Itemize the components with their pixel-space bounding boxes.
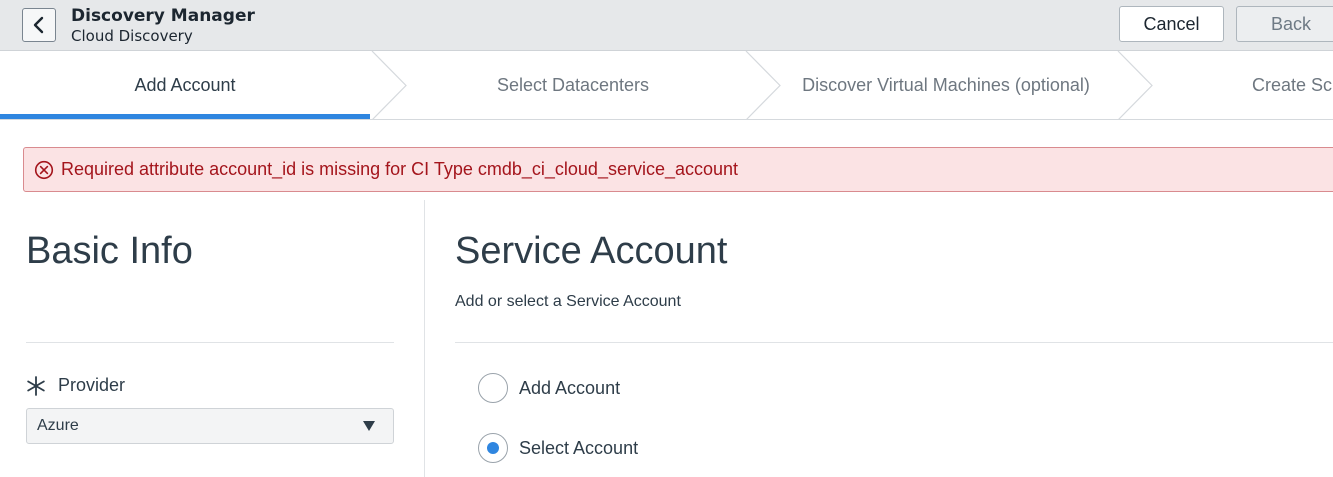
basic-info-heading: Basic Info: [26, 230, 193, 272]
page-subtitle: Cloud Discovery: [71, 27, 193, 45]
section-divider: [26, 342, 394, 343]
step-separator-icon: [1117, 51, 1153, 120]
step-separator-icon: [371, 51, 407, 120]
wizard-step-select-datacenters[interactable]: Select Datacenters: [390, 51, 756, 119]
service-account-subtitle: Add or select a Service Account: [455, 293, 681, 310]
cancel-button[interactable]: Cancel: [1119, 6, 1224, 42]
wizard-step-add-account[interactable]: Add Account: [0, 51, 370, 119]
error-alert: Required attribute account_id is missing…: [23, 147, 1333, 192]
provider-label: Provider: [58, 375, 126, 395]
section-divider: [455, 342, 1333, 343]
column-divider: [424, 200, 425, 477]
wizard-step-discover-vms[interactable]: Discover Virtual Machines (optional): [764, 51, 1128, 119]
back-arrow-button[interactable]: [22, 8, 56, 42]
radio-label: Add Account: [519, 377, 621, 398]
provider-select[interactable]: Azure: [26, 408, 394, 444]
active-step-indicator: [0, 114, 370, 119]
error-circle-icon: [34, 160, 54, 179]
select-account-radio[interactable]: [478, 433, 508, 463]
radio-label: Select Account: [519, 437, 639, 458]
back-button[interactable]: Back: [1236, 6, 1333, 42]
app-header: Discovery Manager Cloud Discovery Cancel…: [0, 0, 1333, 51]
provider-selected-value: Azure: [37, 417, 79, 434]
service-account-heading: Service Account: [455, 230, 728, 272]
radio-option-select-account[interactable]: Select Account: [478, 433, 638, 463]
add-account-radio[interactable]: [478, 373, 508, 403]
page-title: Discovery Manager: [71, 6, 255, 26]
wizard-step-create-schedule[interactable]: Create Sch: [1150, 51, 1333, 119]
radio-option-add-account[interactable]: Add Account: [478, 373, 620, 403]
step-separator-icon: [745, 51, 781, 120]
chevron-left-icon: [33, 16, 44, 34]
required-asterisk-icon: [27, 376, 45, 396]
error-message: Required attribute account_id is missing…: [61, 159, 739, 179]
caret-down-icon: [363, 421, 375, 431]
